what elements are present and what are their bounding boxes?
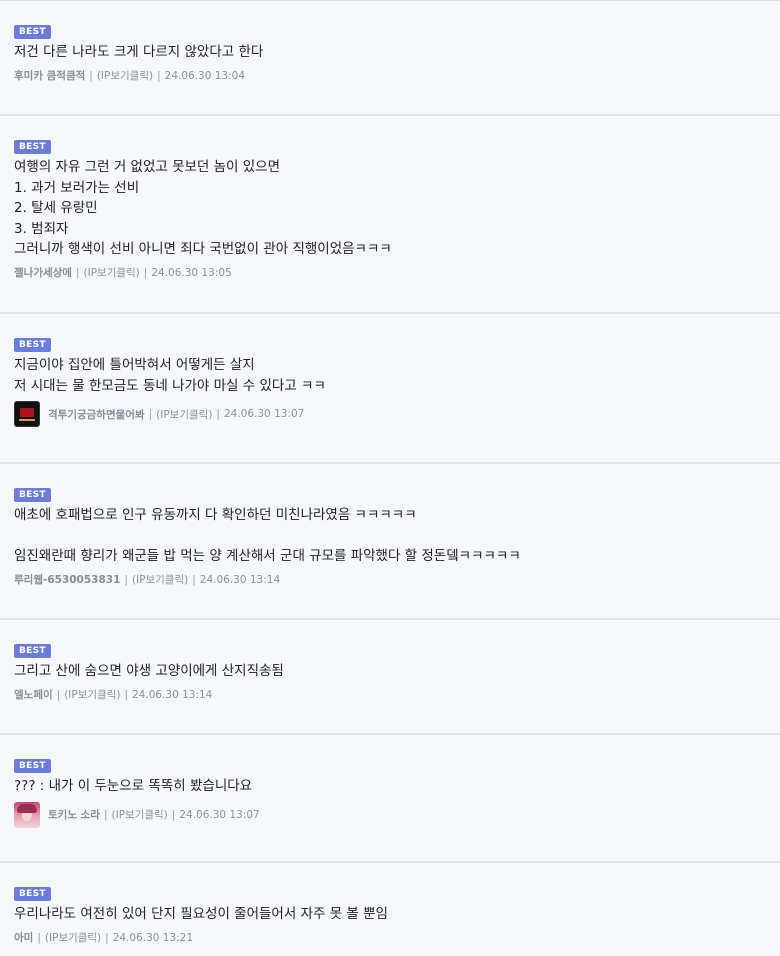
best-badge: BEST [14,887,51,901]
anime-girl-avatar-icon[interactable] [14,801,40,828]
comment-item: BEST 여행의 자유 그런 거 없었고 못보던 놈이 있으면 1. 과거 보러… [0,116,780,314]
comment-timestamp: 24.06.30 13:07 [223,408,305,420]
comment-timestamp: 24.06.30 13:04 [164,69,245,82]
author-nickname[interactable]: 격투기궁금하면물어봐 [48,407,145,422]
author-nickname[interactable]: 토키노 소라 [48,807,100,822]
separator: | [216,408,220,420]
comment-timestamp: 24.06.30 13:21 [112,931,194,944]
separator: | [192,573,196,586]
separator: | [105,931,109,944]
comment-meta: 루리웹-6530053831 | (IP보기클릭) | 24.06.30 13:… [14,572,766,588]
ip-view-link[interactable]: (IP보기클릭) [112,807,168,822]
separator: | [148,408,153,420]
ip-view-link[interactable]: (IP보기클릭) [84,265,140,280]
best-badge: BEST [14,140,51,154]
comment-meta: 격투기궁금하면물어봐 | (IP보기클릭) | 24.06.30 13:07 [14,400,766,428]
comment-meta: 아미 | (IP보기클릭) | 24.06.30 13:21 [14,930,766,946]
comment-timestamp: 24.06.30 13:07 [179,808,260,821]
comment-item: BEST 그리고 산에 숨으면 야생 고양이에게 산지직송됨 엘노페이 | (I… [0,620,780,735]
comment-item: BEST ??? : 내가 이 두눈으로 똑똑히 봤습니다요 토키노 소라 | … [0,735,780,863]
best-badge: BEST [14,644,51,658]
separator: | [124,573,128,586]
best-badge: BEST [14,759,51,773]
ip-view-link[interactable]: (IP보기클릭) [45,930,101,945]
author-nickname[interactable]: 후미카 큼적큼적 [14,68,85,83]
comment-text: 그리고 산에 숨으면 야생 고양이에게 산지직송됨 [14,663,284,679]
separator: | [56,688,61,701]
best-badge: BEST [14,488,51,502]
separator: | [103,808,108,821]
separator: | [124,688,128,701]
separator: | [143,266,148,279]
comment-meta: 토키노 소라 | (IP보기클릭) | 24.06.30 13:07 [14,801,766,829]
ip-view-link[interactable]: (IP보기클릭) [64,687,120,702]
best-badge: BEST [14,25,51,39]
comment-list: BEST 저건 다른 나라도 크게 다르지 않았다고 한다 후미카 큼적큼적 |… [0,0,780,955]
comment-text: 애초에 호패법으로 인구 유동까지 다 확인하던 미친나라였음 ㅋㅋㅋㅋㅋ 임진… [14,507,521,564]
comment-timestamp: 24.06.30 13:05 [151,266,232,279]
separator: | [37,931,41,944]
comment-meta: 후미카 큼적큼적 | (IP보기클릭) | 24.06.30 13:04 [14,68,766,84]
comment-meta: 엘노페이 | (IP보기클릭) | 24.06.30 13:14 [14,687,766,703]
separator: | [171,808,176,821]
best-badge: BEST [14,338,51,352]
comment-text: 저건 다른 나라도 크게 다르지 않았다고 한다 [14,44,264,60]
comment-text: 여행의 자유 그런 거 없었고 못보던 놈이 있으면 1. 과거 보러가는 선비… [14,159,392,257]
comment-text: ??? : 내가 이 두눈으로 똑똑히 봤습니다요 [14,778,253,794]
comment-item: BEST 지금이야 집안에 틀어박혀서 어떻게든 살지 저 시대는 물 한모금도… [0,314,780,464]
author-nickname[interactable]: 엘노페이 [14,687,53,702]
comment-item: BEST 저건 다른 나라도 크게 다르지 않았다고 한다 후미카 큼적큼적 |… [0,1,780,116]
author-nickname[interactable]: 아미 [14,930,33,945]
comment-item: BEST 애초에 호패법으로 인구 유동까지 다 확인하던 미친나라였음 ㅋㅋㅋ… [0,464,780,620]
comment-item: BEST 우리나라도 여전히 있어 단지 필요성이 줄어들어서 자주 못 볼 뿐… [0,863,780,955]
comment-meta: 젤나가세상에 | (IP보기클릭) | 24.06.30 13:05 [14,265,766,281]
separator: | [89,69,93,82]
separator: | [157,69,161,82]
author-nickname[interactable]: 루리웹-6530053831 [14,572,120,587]
separator: | [75,266,80,279]
comment-timestamp: 24.06.30 13:14 [199,573,281,586]
ip-view-link[interactable]: (IP보기클릭) [132,572,188,587]
ip-view-link[interactable]: (IP보기클릭) [97,68,153,83]
ip-view-link[interactable]: (IP보기클릭) [156,407,212,422]
comment-timestamp: 24.06.30 13:14 [132,688,213,701]
author-nickname[interactable]: 젤나가세상에 [14,265,72,280]
comment-text: 지금이야 집안에 틀어박혀서 어떻게든 살지 저 시대는 물 한모금도 동네 나… [14,357,326,394]
fight-logo-avatar-icon[interactable] [14,401,40,427]
comment-text: 우리나라도 여전히 있어 단지 필요성이 줄어들어서 자주 못 볼 뿐임 [14,906,388,922]
